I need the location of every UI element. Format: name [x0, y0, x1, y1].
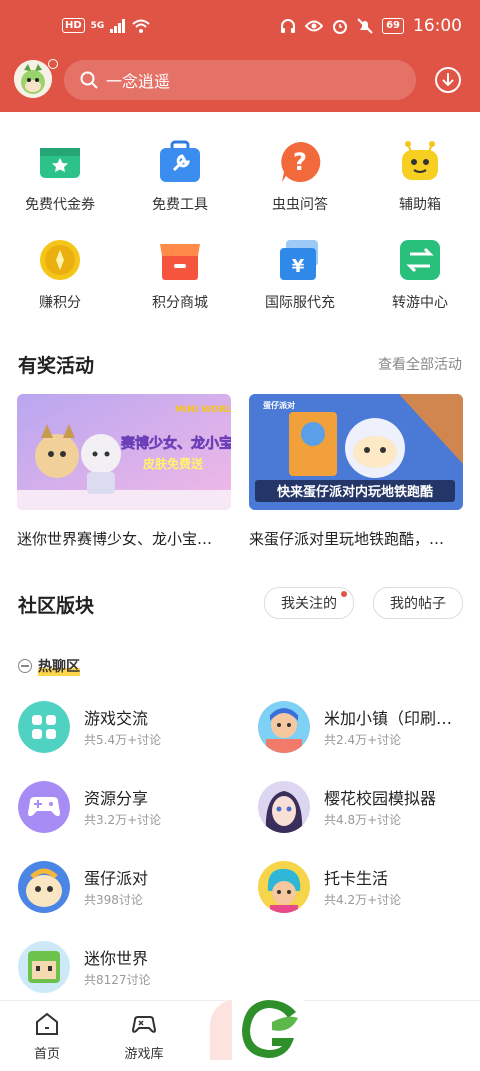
forum-count: 共2.4万+讨论 [324, 733, 402, 747]
forum-count: 共5.4万+讨论 [84, 733, 162, 747]
headphone-icon [281, 19, 296, 33]
yen-card-icon: ¥ [280, 240, 318, 280]
alarm-icon [333, 20, 348, 34]
search-icon [80, 71, 98, 89]
signal-icon [110, 18, 126, 33]
activity-caption-2[interactable]: 来蛋仔派对里玩地铁跑酷，… [249, 528, 463, 549]
hot-chat-section: 热聊区 [18, 656, 80, 676]
tab-my-posts[interactable]: 我的帖子 [373, 587, 463, 619]
search-bar[interactable]: 一念逍遥 [64, 60, 416, 100]
grid-item-transfer[interactable]: 转游中心 [360, 238, 480, 312]
forum-name: 蛋仔派对 [84, 869, 149, 888]
grid-label: 国际服代充 [265, 295, 335, 311]
community-title: 社区版块 [18, 595, 95, 617]
hot-chat-label: 热聊区 [38, 656, 80, 676]
coin-icon [40, 240, 80, 280]
forum-name: 米加小镇（印刷… [324, 709, 453, 728]
shop-icon [160, 244, 200, 280]
status-bar: HD 5G 69 16:00 [0, 0, 480, 56]
grid-label: 转游中心 [392, 295, 448, 311]
svg-text:?: ? [293, 148, 307, 176]
notification-dot [48, 59, 58, 69]
gamepad-icon [18, 781, 70, 833]
transfer-icon [400, 240, 440, 280]
forum-name: 樱花校园模拟器 [324, 789, 437, 808]
grid-item-assist[interactable]: 辅助箱 [360, 140, 480, 214]
grid-label: 免费工具 [152, 197, 208, 213]
banner-logo: MINI WORLD [175, 405, 231, 415]
grid-item-points[interactable]: 赚积分 [0, 238, 120, 312]
tab-label: 我的帖子 [390, 596, 446, 612]
nav-home[interactable]: 首页 [12, 1011, 82, 1062]
forum-item-toca-life[interactable]: 托卡生活 共4.2万+讨论 [258, 861, 478, 917]
clock: 16:00 [413, 16, 462, 36]
forum-count: 共3.2万+讨论 [84, 813, 162, 827]
eggy-party-game-icon [18, 861, 70, 913]
network-type: 5G [90, 20, 105, 31]
toolbox-icon [160, 140, 200, 182]
tab-following[interactable]: 我关注的 [264, 587, 354, 619]
search-placeholder: 一念逍遥 [106, 72, 171, 91]
miga-town-game-icon [258, 701, 310, 753]
grid-item-voucher[interactable]: 免费代金券 [0, 140, 120, 214]
forum-name: 迷你世界 [84, 949, 149, 968]
forum-name: 游戏交流 [84, 709, 149, 728]
download-icon[interactable] [434, 66, 462, 94]
grid-item-qa[interactable]: ? 虫虫问答 [240, 140, 360, 214]
grid-label: 积分商城 [152, 295, 208, 311]
hd-badge: HD [62, 18, 85, 33]
wifi-icon [132, 19, 150, 33]
activities-title: 有奖活动 [18, 355, 95, 377]
forum-item-game-chat[interactable]: 游戏交流 共5.4万+讨论 [18, 701, 238, 757]
user-avatar[interactable] [14, 60, 52, 98]
grid-item-recharge[interactable]: ¥ 国际服代充 [240, 238, 360, 312]
mini-world-game-icon [18, 941, 70, 993]
watermark-logo [232, 992, 304, 1067]
activity-banner-1[interactable]: MINI WORLD 赛博少女、龙小宝 皮肤免费送 [17, 394, 231, 510]
robot-icon [402, 141, 438, 180]
nav-label: 首页 [33, 1047, 60, 1062]
banner-logo: 蛋仔派对 [263, 400, 295, 410]
activity-banner-2[interactable]: 蛋仔派对 快来蛋仔派对内玩地铁跑酷 [249, 394, 463, 510]
forum-item-miga-town[interactable]: 米加小镇（印刷… 共2.4万+讨论 [258, 701, 478, 757]
forum-count: 共8127讨论 [84, 973, 151, 987]
battery-indicator: 69 [382, 18, 404, 34]
sakura-school-game-icon [258, 781, 310, 833]
grid-label: 免费代金券 [25, 197, 95, 213]
gamepad-icon [131, 1016, 157, 1033]
svg-text:¥: ¥ [292, 256, 305, 277]
grid-item-shop[interactable]: 积分商城 [120, 238, 240, 312]
forum-item-eggy-party[interactable]: 蛋仔派对 共398讨论 [18, 861, 238, 917]
activity-caption-1[interactable]: 迷你世界赛博少女、龙小宝… [17, 528, 231, 549]
question-icon: ? [281, 141, 321, 182]
notification-dot [341, 591, 347, 597]
grid-item-tools[interactable]: 免费工具 [120, 140, 240, 214]
eye-icon [305, 20, 324, 32]
forum-count: 共398讨论 [84, 893, 143, 907]
see-all-activities-link[interactable]: 查看全部活动 [378, 354, 462, 374]
banner-subline: 皮肤免费送 [142, 456, 204, 471]
forum-name: 托卡生活 [324, 869, 389, 888]
banner-headline: 快来蛋仔派对内玩地铁跑酷 [277, 484, 433, 500]
collapse-icon[interactable] [18, 659, 32, 673]
forum-count: 共4.8万+讨论 [324, 813, 402, 827]
forum-count: 共4.2万+讨论 [324, 893, 402, 907]
forum-item-sakura-school[interactable]: 樱花校园模拟器 共4.8万+讨论 [258, 781, 478, 837]
nav-label: 游戏库 [124, 1047, 164, 1062]
toca-life-game-icon [258, 861, 310, 913]
home-icon [36, 1012, 58, 1035]
tab-label: 我关注的 [281, 596, 337, 612]
forum-item-resource-share[interactable]: 资源分享 共3.2万+讨论 [18, 781, 238, 837]
banner-headline: 赛博少女、龙小宝 [120, 435, 231, 452]
grid-label: 虫虫问答 [272, 197, 328, 213]
voucher-icon [40, 148, 80, 178]
mute-icon [357, 18, 373, 34]
grid-label: 赚积分 [39, 295, 81, 311]
forum-name: 资源分享 [84, 789, 149, 808]
forum-item-mini-world[interactable]: 迷你世界 共8127讨论 [18, 941, 238, 997]
grid-label: 辅助箱 [399, 197, 441, 213]
nav-game-library[interactable]: 游戏库 [109, 1011, 179, 1062]
grid-apps-icon [18, 701, 70, 753]
